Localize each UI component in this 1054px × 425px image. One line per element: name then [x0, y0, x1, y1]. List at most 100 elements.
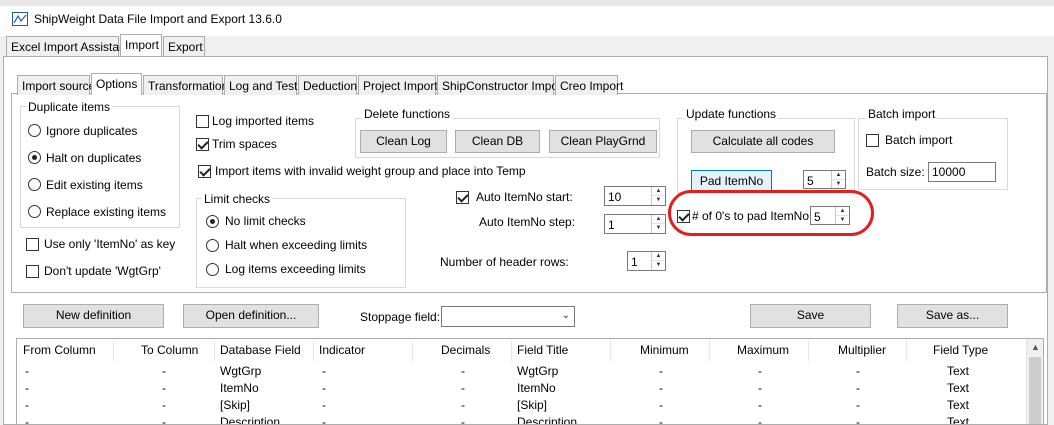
stepper-down-icon[interactable]: ▼: [652, 224, 665, 233]
auto-itemno-step-stepper[interactable]: 1 ▲ ▼: [604, 214, 666, 234]
cell-from-column: -: [25, 364, 29, 378]
radio-halt-when-exceeding[interactable]: [206, 239, 219, 252]
clean-db-button[interactable]: Clean DB: [455, 130, 540, 153]
save-as-button[interactable]: Save as...: [897, 304, 1008, 328]
window-title: ShipWeight Data File Import and Export 1…: [34, 12, 282, 26]
cell-indicator: -: [322, 415, 326, 425]
column-header-field-title[interactable]: Field Title: [517, 343, 568, 357]
radio-no-limit-checks[interactable]: [206, 215, 219, 228]
checkbox-label: Use only 'ItemNo' as key: [44, 237, 176, 251]
stepper-down-icon[interactable]: ▼: [832, 180, 845, 189]
column-header-field-type[interactable]: Field Type: [933, 343, 988, 357]
stepper-up-icon[interactable]: ▲: [652, 215, 665, 224]
radio-label: Halt on duplicates: [46, 151, 142, 165]
stepper-down-icon[interactable]: ▼: [652, 261, 665, 270]
auto-itemno-step-label: Auto ItemNo step:: [479, 215, 576, 229]
table-row[interactable]: - - ItemNo - - ItemNo - - - Text: [17, 380, 1027, 397]
stepper-arrows: ▲ ▼: [651, 187, 665, 205]
column-header-minimum[interactable]: Minimum: [640, 343, 689, 357]
tab-import-source[interactable]: Import source: [17, 75, 95, 95]
stepper-up-icon[interactable]: ▲: [832, 171, 845, 180]
radio-edit-existing-items[interactable]: [28, 178, 41, 191]
column-divider: [906, 341, 907, 361]
trim-spaces-checkbox[interactable]: [196, 138, 209, 151]
batch-import-checkbox[interactable]: [866, 134, 879, 147]
stepper-value: 1: [608, 218, 615, 232]
cell-minimum: -: [659, 364, 663, 378]
save-button[interactable]: Save: [750, 304, 871, 328]
column-header-to-column[interactable]: To Column: [141, 343, 198, 357]
tab-export[interactable]: Export: [163, 36, 205, 56]
red-highlight-annotation: [668, 190, 874, 236]
tab-label: Options: [96, 77, 138, 91]
cell-to-column: -: [162, 415, 166, 425]
cell-multiplier: -: [856, 364, 860, 378]
tab-deduction[interactable]: Deduction: [298, 75, 357, 95]
column-divider: [511, 341, 512, 361]
tab-label: Excel Import Assistant: [11, 40, 130, 54]
auto-itemno-start-label: Auto ItemNo start:: [476, 190, 573, 204]
open-definition-button[interactable]: Open definition...: [183, 304, 319, 328]
cell-maximum: -: [758, 415, 762, 425]
dont-update-wgtgrp-checkbox[interactable]: [26, 265, 39, 278]
auto-itemno-start-stepper[interactable]: 10 ▲ ▼: [604, 186, 666, 206]
column-header-from-column[interactable]: From Column: [23, 343, 96, 357]
new-definition-button[interactable]: New definition: [23, 304, 164, 328]
auto-itemno-start-checkbox[interactable]: [456, 191, 469, 204]
header-rows-stepper[interactable]: 1 ▲ ▼: [627, 251, 666, 271]
clean-log-button[interactable]: Clean Log: [360, 130, 447, 153]
stepper-up-icon[interactable]: ▲: [652, 187, 665, 196]
table-row[interactable]: - - [Skip] - - [Skip] - - - Text: [17, 397, 1027, 414]
tab-project-import[interactable]: Project Import: [358, 75, 438, 95]
column-header-indicator[interactable]: Indicator: [319, 343, 365, 357]
scroll-up-icon[interactable]: ▲: [1031, 342, 1040, 352]
tab-log-and-test[interactable]: Log and Test: [224, 75, 298, 95]
pad-itemno-stepper[interactable]: 5 ▲ ▼: [803, 170, 846, 189]
stepper-arrows: ▲ ▼: [831, 171, 845, 188]
table-row[interactable]: - - Description - - Description - - - Te…: [17, 414, 1027, 425]
cell-to-column: -: [162, 364, 166, 378]
column-header-multiplier[interactable]: Multiplier: [838, 343, 886, 357]
cell-indicator: -: [322, 398, 326, 412]
column-header-maximum[interactable]: Maximum: [737, 343, 789, 357]
use-only-itemno-checkbox[interactable]: [26, 238, 39, 251]
radio-halt-on-duplicates[interactable]: [28, 151, 41, 164]
radio-replace-existing-items[interactable]: [28, 205, 41, 218]
import-definition-grid[interactable]: From Column To Column Database Field Ind…: [16, 338, 1044, 425]
column-header-decimals[interactable]: Decimals: [441, 343, 490, 357]
column-divider: [808, 341, 809, 361]
tab-import[interactable]: Import: [120, 34, 162, 56]
tab-creo-import[interactable]: Creo Import: [555, 75, 623, 95]
tab-label: Transformation: [148, 79, 229, 93]
tab-label: Log and Test: [229, 79, 298, 93]
scroll-thumb[interactable]: [1029, 357, 1041, 424]
radio-ignore-duplicates[interactable]: [28, 124, 41, 137]
grid-vertical-scrollbar[interactable]: ▲: [1026, 339, 1043, 424]
radio-log-items-exceeding[interactable]: [206, 263, 219, 276]
clean-playgrnd-button[interactable]: Clean PlayGrnd: [549, 130, 657, 153]
stepper-up-icon[interactable]: ▲: [652, 252, 665, 261]
tab-options[interactable]: Options: [91, 73, 142, 95]
cell-field-title: WgtGrp: [517, 364, 559, 378]
tab-excel-import-assistant[interactable]: Excel Import Assistant: [6, 36, 129, 56]
stepper-down-icon[interactable]: ▼: [652, 196, 665, 205]
cell-field-type: Text: [947, 364, 970, 378]
calculate-all-codes-button[interactable]: Calculate all codes: [691, 130, 835, 153]
cell-database-field: Description: [220, 415, 281, 425]
stoppage-field-select[interactable]: ⌄: [441, 306, 575, 327]
stepper-arrows: ▲ ▼: [651, 252, 665, 270]
column-header-database-field[interactable]: Database Field: [220, 343, 301, 357]
log-imported-items-checkbox[interactable]: [196, 115, 209, 128]
tab-label: Import: [125, 38, 160, 52]
cell-indicator: -: [322, 364, 326, 378]
cell-database-field: ItemNo: [220, 381, 259, 395]
import-invalid-weight-group-checkbox[interactable]: [198, 165, 211, 178]
cell-minimum: -: [659, 415, 663, 425]
batch-size-input[interactable]: 10000: [928, 162, 996, 182]
column-divider: [214, 341, 215, 361]
table-row[interactable]: - - WgtGrp - - WgtGrp - - - Text: [17, 363, 1027, 380]
tab-shipconstructor-import[interactable]: ShipConstructor Import: [437, 75, 565, 95]
cell-minimum: -: [659, 381, 663, 395]
checkbox-label: Don't update 'WgtGrp': [44, 264, 161, 278]
tab-transformation[interactable]: Transformation: [143, 75, 228, 95]
